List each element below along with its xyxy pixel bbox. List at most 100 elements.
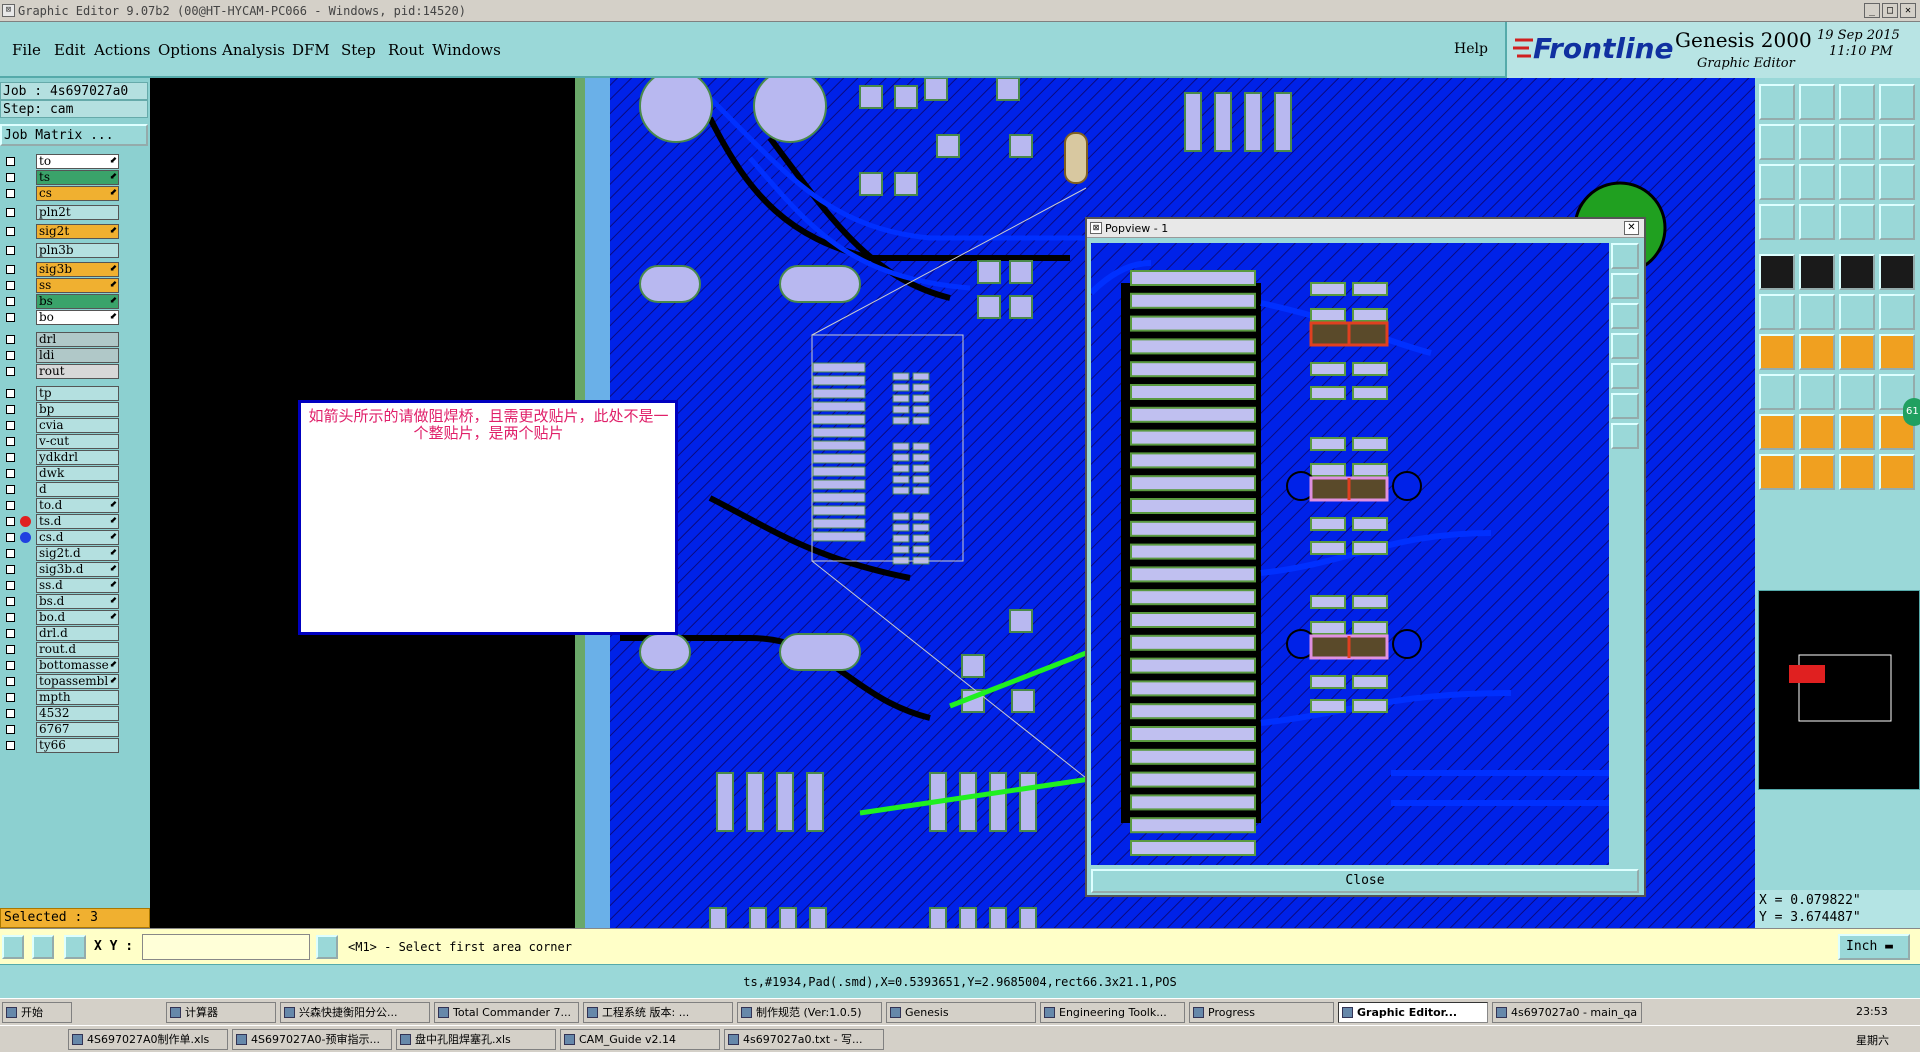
undo-icon[interactable] bbox=[1759, 124, 1795, 160]
layer-checkbox[interactable] bbox=[6, 453, 15, 462]
layer-row[interactable]: to.d ⬋ bbox=[0, 498, 122, 513]
taskbar-button[interactable]: Progress bbox=[1189, 1002, 1334, 1023]
edit-icon[interactable] bbox=[1759, 334, 1795, 370]
job-matrix-button[interactable]: Job Matrix ... bbox=[0, 124, 148, 146]
menu-actions[interactable]: Actions bbox=[94, 41, 150, 59]
layer-name[interactable]: ss ⬋ bbox=[36, 278, 119, 293]
layer-row[interactable]: v-cut bbox=[0, 434, 122, 449]
layer-name[interactable]: bp bbox=[36, 402, 119, 417]
layer-checkbox[interactable] bbox=[6, 281, 15, 290]
arrange-icon[interactable] bbox=[1759, 374, 1795, 410]
layer-name[interactable]: cs.d ⬋ bbox=[36, 530, 119, 545]
taskbar-button[interactable]: 4s697027a0 - main_qa bbox=[1492, 1002, 1642, 1023]
taskbar-button[interactable]: Total Commander 7... bbox=[434, 1002, 579, 1023]
rotate-icon[interactable] bbox=[1839, 454, 1875, 490]
taskbar-button[interactable]: 4S697027A0制作单.xls bbox=[68, 1029, 228, 1050]
layer-row[interactable]: to ⬋ bbox=[0, 154, 122, 169]
print-icon[interactable] bbox=[1839, 84, 1875, 120]
layer-row[interactable]: d bbox=[0, 482, 122, 497]
taskbar-button[interactable]: 制作规范 (Ver:1.0.5) bbox=[737, 1002, 882, 1023]
layer-name[interactable]: bs ⬋ bbox=[36, 294, 119, 309]
layer-name[interactable]: 4532 bbox=[36, 706, 119, 721]
layer-name[interactable]: bs.d ⬋ bbox=[36, 594, 119, 609]
layer-row[interactable]: tp bbox=[0, 386, 122, 401]
layer-row[interactable]: ty66 bbox=[0, 738, 122, 753]
layout-icon[interactable] bbox=[1879, 84, 1915, 120]
layer-row[interactable]: ydkdrl bbox=[0, 450, 122, 465]
layer-row[interactable]: bp bbox=[0, 402, 122, 417]
layer-name[interactable]: drl.d bbox=[36, 626, 119, 641]
redo-icon[interactable] bbox=[1799, 124, 1835, 160]
layer-checkbox[interactable] bbox=[6, 581, 15, 590]
minimap[interactable] bbox=[1758, 590, 1920, 790]
layer-name[interactable]: tp bbox=[36, 386, 119, 401]
curve-icon[interactable] bbox=[1839, 334, 1875, 370]
minimize-button[interactable]: _ bbox=[1864, 3, 1880, 18]
taskbar-button[interactable]: Genesis bbox=[886, 1002, 1036, 1023]
menu-help[interactable]: Help bbox=[1454, 41, 1488, 57]
layer-row[interactable]: drl bbox=[0, 332, 122, 347]
cut-icon[interactable] bbox=[1799, 254, 1835, 290]
triangle-icon[interactable] bbox=[1759, 414, 1795, 450]
measure-icon[interactable] bbox=[1839, 164, 1875, 200]
layer-name[interactable]: rout.d bbox=[36, 642, 119, 657]
taskbar-button[interactable]: 4S697027A0-预审指示... bbox=[232, 1029, 392, 1050]
layer-row[interactable]: sig2t ⬋ bbox=[0, 224, 122, 239]
popview-redraw-icon[interactable] bbox=[1611, 363, 1639, 389]
start-button[interactable]: 开始 bbox=[2, 1002, 72, 1023]
layer-name[interactable]: rout bbox=[36, 364, 119, 379]
taskbar-button[interactable]: 盘中孔阻焊塞孔.xls bbox=[396, 1029, 556, 1050]
menu-windows[interactable]: Windows bbox=[432, 41, 501, 59]
layer-name[interactable]: bo ⬋ bbox=[36, 310, 119, 325]
layer-checkbox[interactable] bbox=[6, 533, 15, 542]
trim-icon[interactable] bbox=[1799, 334, 1835, 370]
layer-name[interactable]: ts ⬋ bbox=[36, 170, 119, 185]
layer-row[interactable]: sig3b ⬋ bbox=[0, 262, 122, 277]
layer-name[interactable]: ss.d ⬋ bbox=[36, 578, 119, 593]
layer-checkbox[interactable] bbox=[6, 313, 15, 322]
add-icon[interactable] bbox=[1799, 414, 1835, 450]
layer-name[interactable]: d bbox=[36, 482, 119, 497]
taskbar-button[interactable]: Graphic Editor... bbox=[1338, 1002, 1488, 1023]
xy-entry-icon[interactable] bbox=[316, 935, 338, 959]
layer-row[interactable]: drl.d bbox=[0, 626, 122, 641]
line-icon[interactable] bbox=[1799, 374, 1835, 410]
move-icon[interactable] bbox=[1839, 294, 1875, 330]
snap-mode-icon[interactable] bbox=[2, 935, 24, 959]
layer-checkbox[interactable] bbox=[6, 157, 15, 166]
layer-name[interactable]: v-cut bbox=[36, 434, 119, 449]
layer-checkbox[interactable] bbox=[6, 597, 15, 606]
select-icon[interactable] bbox=[1799, 454, 1835, 490]
layer-name[interactable]: ty66 bbox=[36, 738, 119, 753]
layer-checkbox[interactable] bbox=[6, 405, 15, 414]
layer-checkbox[interactable] bbox=[6, 741, 15, 750]
taskbar-button[interactable]: 4s697027a0.txt - 写... bbox=[724, 1029, 884, 1050]
layer-row[interactable]: bottomasse ⬋ bbox=[0, 658, 122, 673]
layer-checkbox[interactable] bbox=[6, 246, 15, 255]
layer-checkbox[interactable] bbox=[6, 421, 15, 430]
layer-row[interactable]: pln3b bbox=[0, 243, 122, 258]
layer-checkbox[interactable] bbox=[6, 485, 15, 494]
layer-name[interactable]: 6767 bbox=[36, 722, 119, 737]
layer-name[interactable]: mpth bbox=[36, 690, 119, 705]
layer-checkbox[interactable] bbox=[6, 629, 15, 638]
layer-name[interactable]: cvia bbox=[36, 418, 119, 433]
layer-row[interactable]: ss.d ⬋ bbox=[0, 578, 122, 593]
layer-name[interactable]: sig2t.d ⬋ bbox=[36, 546, 119, 561]
layer-name[interactable]: ldi bbox=[36, 348, 119, 363]
layer-row[interactable]: pln2t bbox=[0, 205, 122, 220]
save-icon[interactable] bbox=[1799, 84, 1835, 120]
menu-file[interactable]: File bbox=[12, 41, 41, 59]
layer-checkbox[interactable] bbox=[6, 725, 15, 734]
select-icon[interactable] bbox=[1759, 254, 1795, 290]
layer-row[interactable]: cs ⬋ bbox=[0, 186, 122, 201]
layer-checkbox[interactable] bbox=[6, 709, 15, 718]
menu-step[interactable]: Step bbox=[341, 41, 376, 59]
popview-pan-icon[interactable] bbox=[1611, 303, 1639, 329]
popview-center-icon[interactable] bbox=[1611, 423, 1639, 449]
layer-checkbox[interactable] bbox=[6, 677, 15, 686]
layer-checkbox[interactable] bbox=[6, 645, 15, 654]
layer-checkbox[interactable] bbox=[6, 367, 15, 376]
layer-name[interactable]: to ⬋ bbox=[36, 154, 119, 169]
popview-fit-icon[interactable] bbox=[1611, 393, 1639, 419]
